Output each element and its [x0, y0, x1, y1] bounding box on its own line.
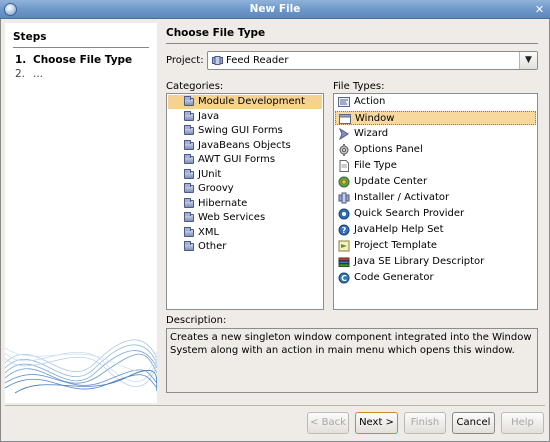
- file-type-item[interactable]: Update Center: [335, 175, 536, 189]
- category-item[interactable]: Hibernate: [168, 197, 322, 211]
- file-type-item[interactable]: File Type: [335, 159, 536, 173]
- category-item[interactable]: AWT GUI Forms: [168, 153, 322, 167]
- category-item[interactable]: JavaBeans Objects: [168, 139, 322, 153]
- file-type-item[interactable]: Wizard: [335, 127, 536, 141]
- wizard-icon: [339, 128, 349, 140]
- next-button[interactable]: Next >: [355, 412, 398, 434]
- code-generator-icon: C: [338, 272, 350, 284]
- cancel-button[interactable]: Cancel: [452, 412, 495, 434]
- file-type-item[interactable]: Project Template: [335, 239, 536, 253]
- category-item[interactable]: Module Development: [168, 95, 322, 109]
- file-type-item[interactable]: Java SE Library Descriptor: [335, 255, 536, 269]
- category-item[interactable]: Swing GUI Forms: [168, 124, 322, 138]
- folder-icon: [184, 168, 194, 179]
- help-button[interactable]: Help: [501, 412, 544, 434]
- file-type-item[interactable]: Action: [335, 95, 536, 109]
- folder-icon: [184, 139, 194, 150]
- project-label: Project:: [166, 55, 204, 66]
- button-bar-divider: [5, 405, 545, 406]
- file-types-label: File Types:: [333, 81, 385, 92]
- installer-icon: [338, 192, 350, 204]
- title-bar: New File ✕: [0, 0, 550, 19]
- dialog-body: Steps 1. Choose File Type 2.... Choose Fi…: [0, 19, 550, 442]
- file-type-item[interactable]: ? JavaHelp Help Set: [335, 223, 536, 237]
- category-item[interactable]: Other: [168, 240, 322, 254]
- svg-text:?: ?: [342, 226, 347, 235]
- page-title: Choose File Type: [166, 27, 266, 39]
- finish-button[interactable]: Finish: [404, 412, 446, 434]
- category-item[interactable]: Web Services: [168, 211, 322, 225]
- steps-divider: [13, 47, 149, 48]
- folder-icon: [184, 110, 194, 121]
- back-button[interactable]: < Back: [307, 412, 349, 434]
- chevron-down-icon[interactable]: ▼: [519, 52, 537, 69]
- close-icon[interactable]: ✕: [533, 3, 546, 16]
- folder-icon: [184, 241, 194, 251]
- file-type-item[interactable]: C Code Generator: [335, 271, 536, 285]
- svg-text:C: C: [341, 274, 347, 283]
- step-item: 1. Choose File Type: [15, 54, 133, 66]
- folder-icon: [184, 226, 194, 237]
- folder-icon: [184, 212, 194, 222]
- window-icon: [339, 114, 351, 124]
- steps-title: Steps: [13, 31, 47, 43]
- category-item[interactable]: Groovy: [168, 182, 322, 196]
- project-dropdown[interactable]: Feed Reader ▼: [207, 51, 538, 70]
- library-icon: [338, 257, 350, 267]
- project-value: Feed Reader: [226, 55, 289, 66]
- folder-icon: [184, 125, 194, 135]
- project-icon: [212, 56, 223, 65]
- category-item[interactable]: Java: [168, 110, 322, 124]
- category-item[interactable]: XML: [168, 226, 322, 240]
- file-type-item[interactable]: Window: [335, 111, 536, 125]
- quick-search-icon: [338, 208, 350, 220]
- file-type-item[interactable]: Quick Search Provider: [335, 207, 536, 221]
- project-template-icon: [338, 240, 350, 252]
- options-panel-icon: [339, 144, 349, 156]
- title-divider: [166, 43, 538, 44]
- file-type-icon: [339, 160, 349, 172]
- steps-panel: Steps 1. Choose File Type 2....: [5, 23, 157, 403]
- categories-label: Categories:: [166, 81, 224, 92]
- folder-icon: [184, 96, 194, 106]
- file-type-item[interactable]: Options Panel: [335, 143, 536, 157]
- update-center-icon: [338, 176, 350, 188]
- folder-icon: [184, 197, 194, 208]
- help-icon: ?: [338, 224, 350, 236]
- window-title: New File: [249, 3, 301, 15]
- description-label: Description:: [166, 315, 227, 326]
- wave-decoration-image: [5, 339, 157, 394]
- folder-icon: [184, 154, 194, 164]
- categories-list[interactable]: Module Development Java Swing GUI Forms …: [166, 93, 324, 310]
- folder-icon: [184, 183, 194, 193]
- action-icon: [338, 97, 350, 107]
- file-type-item[interactable]: Installer / Activator: [335, 191, 536, 205]
- step-item: 2....: [15, 68, 44, 80]
- category-item[interactable]: JUnit: [168, 168, 322, 182]
- file-types-list[interactable]: Action Window Wizard Options Panel File …: [333, 93, 538, 310]
- description-text: Creates a new singleton window component…: [166, 328, 538, 393]
